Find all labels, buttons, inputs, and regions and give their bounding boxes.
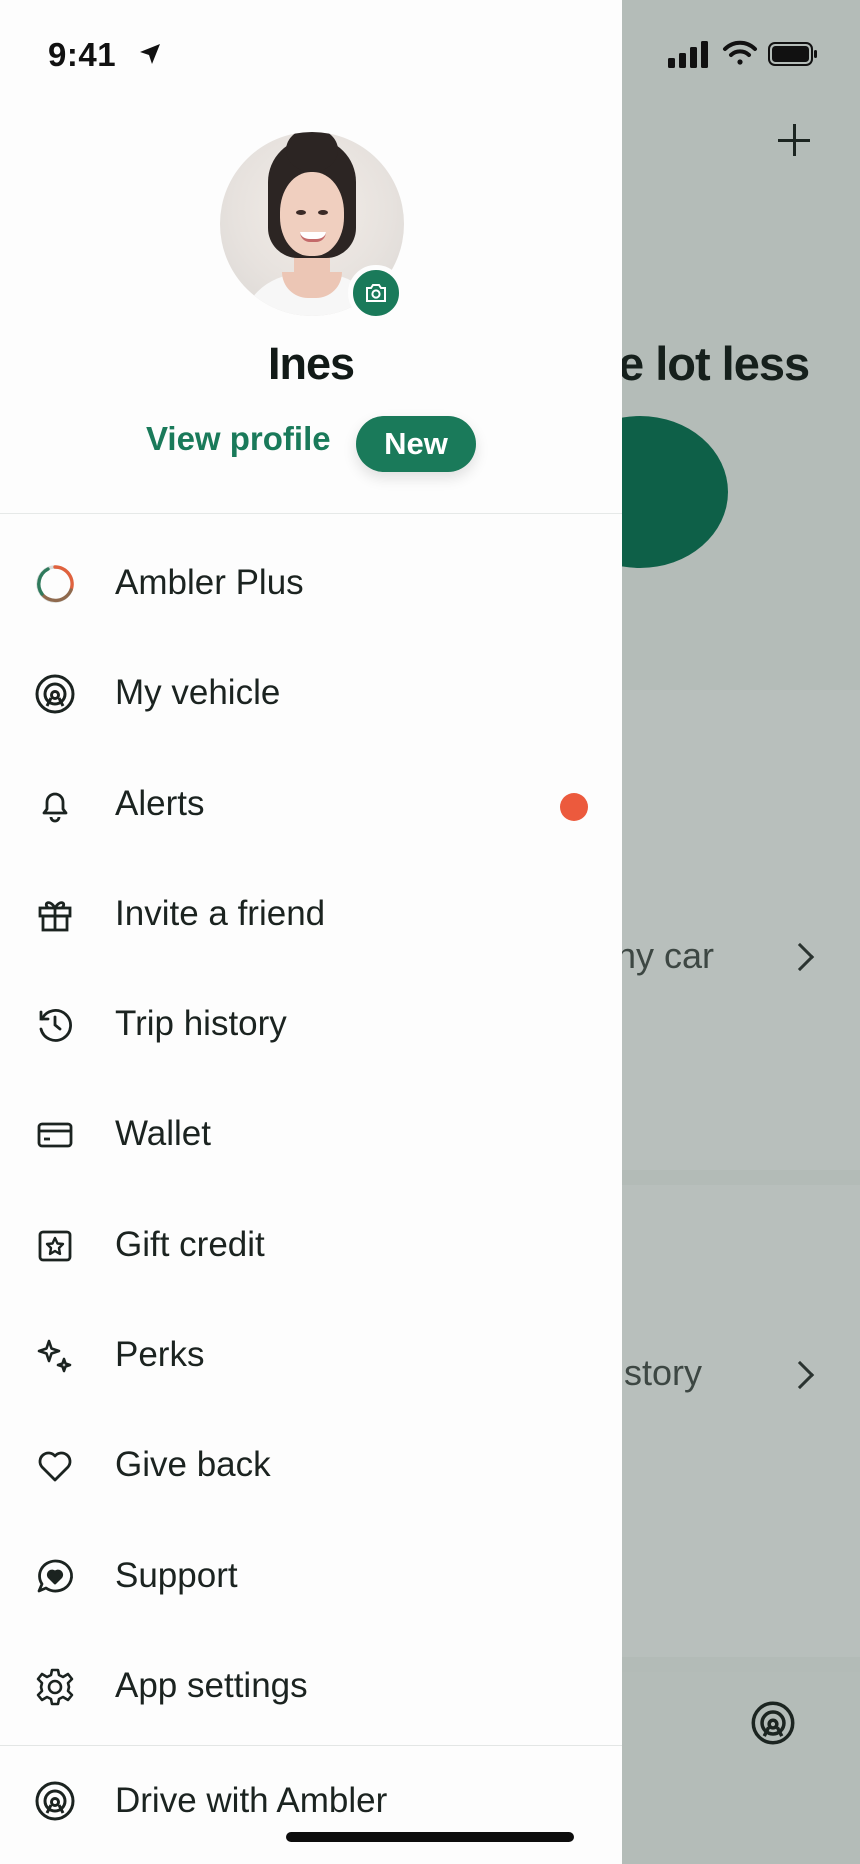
sparkles-icon — [34, 1335, 76, 1377]
ring-progress-icon — [34, 563, 76, 605]
profile-name: Ines — [267, 338, 355, 389]
background-screen[interactable]: e lot less ny car istory — [622, 0, 860, 1864]
bg-row-label: istory — [622, 1352, 703, 1393]
menu-item-perks[interactable]: Perks — [0, 1300, 622, 1410]
menu-item-label: Perks — [115, 1335, 205, 1375]
menu-item-wallet[interactable]: Wallet — [0, 1079, 622, 1189]
bg-tab-bar — [622, 1672, 860, 1864]
menu-item-label: Gift credit — [115, 1224, 265, 1264]
card-icon — [34, 1114, 76, 1156]
gear-icon — [34, 1666, 76, 1708]
notification-dot — [560, 792, 588, 821]
menu-item-label: Wallet — [115, 1114, 211, 1154]
menu-item-support[interactable]: Support — [0, 1521, 622, 1631]
add-icon — [774, 120, 814, 160]
menu-item-label: Ambler Plus — [115, 563, 304, 602]
view-profile-link[interactable]: View profile — [146, 420, 331, 458]
chat-heart-icon — [34, 1556, 76, 1598]
battery-icon — [768, 42, 817, 66]
bg-row-label: ny car — [622, 935, 715, 976]
menu-item-label: Alerts — [115, 783, 205, 823]
new-badge: New — [356, 416, 476, 472]
steering-wheel-icon — [34, 673, 76, 715]
bg-section — [622, 1185, 860, 1657]
status-time: 9:41 — [48, 36, 117, 73]
menu-item-label: Give back — [115, 1445, 271, 1485]
home-indicator[interactable] — [286, 1832, 574, 1842]
menu-item-app-settings[interactable]: App settings — [0, 1631, 622, 1741]
menu-item-gift-credit[interactable]: Gift credit — [0, 1190, 622, 1300]
bell-icon — [34, 784, 76, 826]
wifi-icon — [723, 40, 757, 65]
cellular-signal-icon — [668, 41, 708, 68]
side-drawer: Ines View profile New Ambler Plus My veh… — [0, 0, 622, 1864]
menu-item-alerts[interactable]: Alerts — [0, 749, 622, 859]
gift-icon — [34, 894, 76, 936]
history-icon — [34, 1004, 76, 1046]
menu-item-label: Trip history — [115, 1004, 287, 1044]
menu-item-invite-a-friend[interactable]: Invite a friend — [0, 859, 622, 969]
star-card-icon — [34, 1225, 76, 1267]
menu-item-my-vehicle[interactable]: My vehicle — [0, 638, 622, 748]
menu-item-label: App settings — [115, 1665, 308, 1705]
bg-section — [622, 690, 860, 1170]
menu-item-label: My vehicle — [115, 673, 281, 713]
menu-item-label: Support — [115, 1555, 238, 1595]
camera-icon[interactable] — [348, 265, 404, 321]
location-arrow-icon — [140, 44, 160, 64]
menu-item-trip-history[interactable]: Trip history — [0, 969, 622, 1079]
steering-wheel-icon — [34, 1780, 76, 1822]
steering-wheel-icon — [751, 1701, 795, 1745]
heart-icon — [34, 1445, 76, 1487]
menu-item-label: Invite a friend — [115, 893, 326, 933]
menu-item-give-back[interactable]: Give back — [0, 1410, 622, 1520]
divider — [0, 1745, 622, 1746]
status-bar: 9:41 — [0, 0, 860, 110]
drawer-menu: Ambler Plus My vehicle Alerts Invite a f… — [0, 528, 622, 1741]
menu-item-label: Drive with Ambler — [115, 1781, 388, 1820]
bg-headline: e lot less — [622, 337, 810, 390]
menu-item-ambler-plus[interactable]: Ambler Plus — [0, 528, 622, 638]
